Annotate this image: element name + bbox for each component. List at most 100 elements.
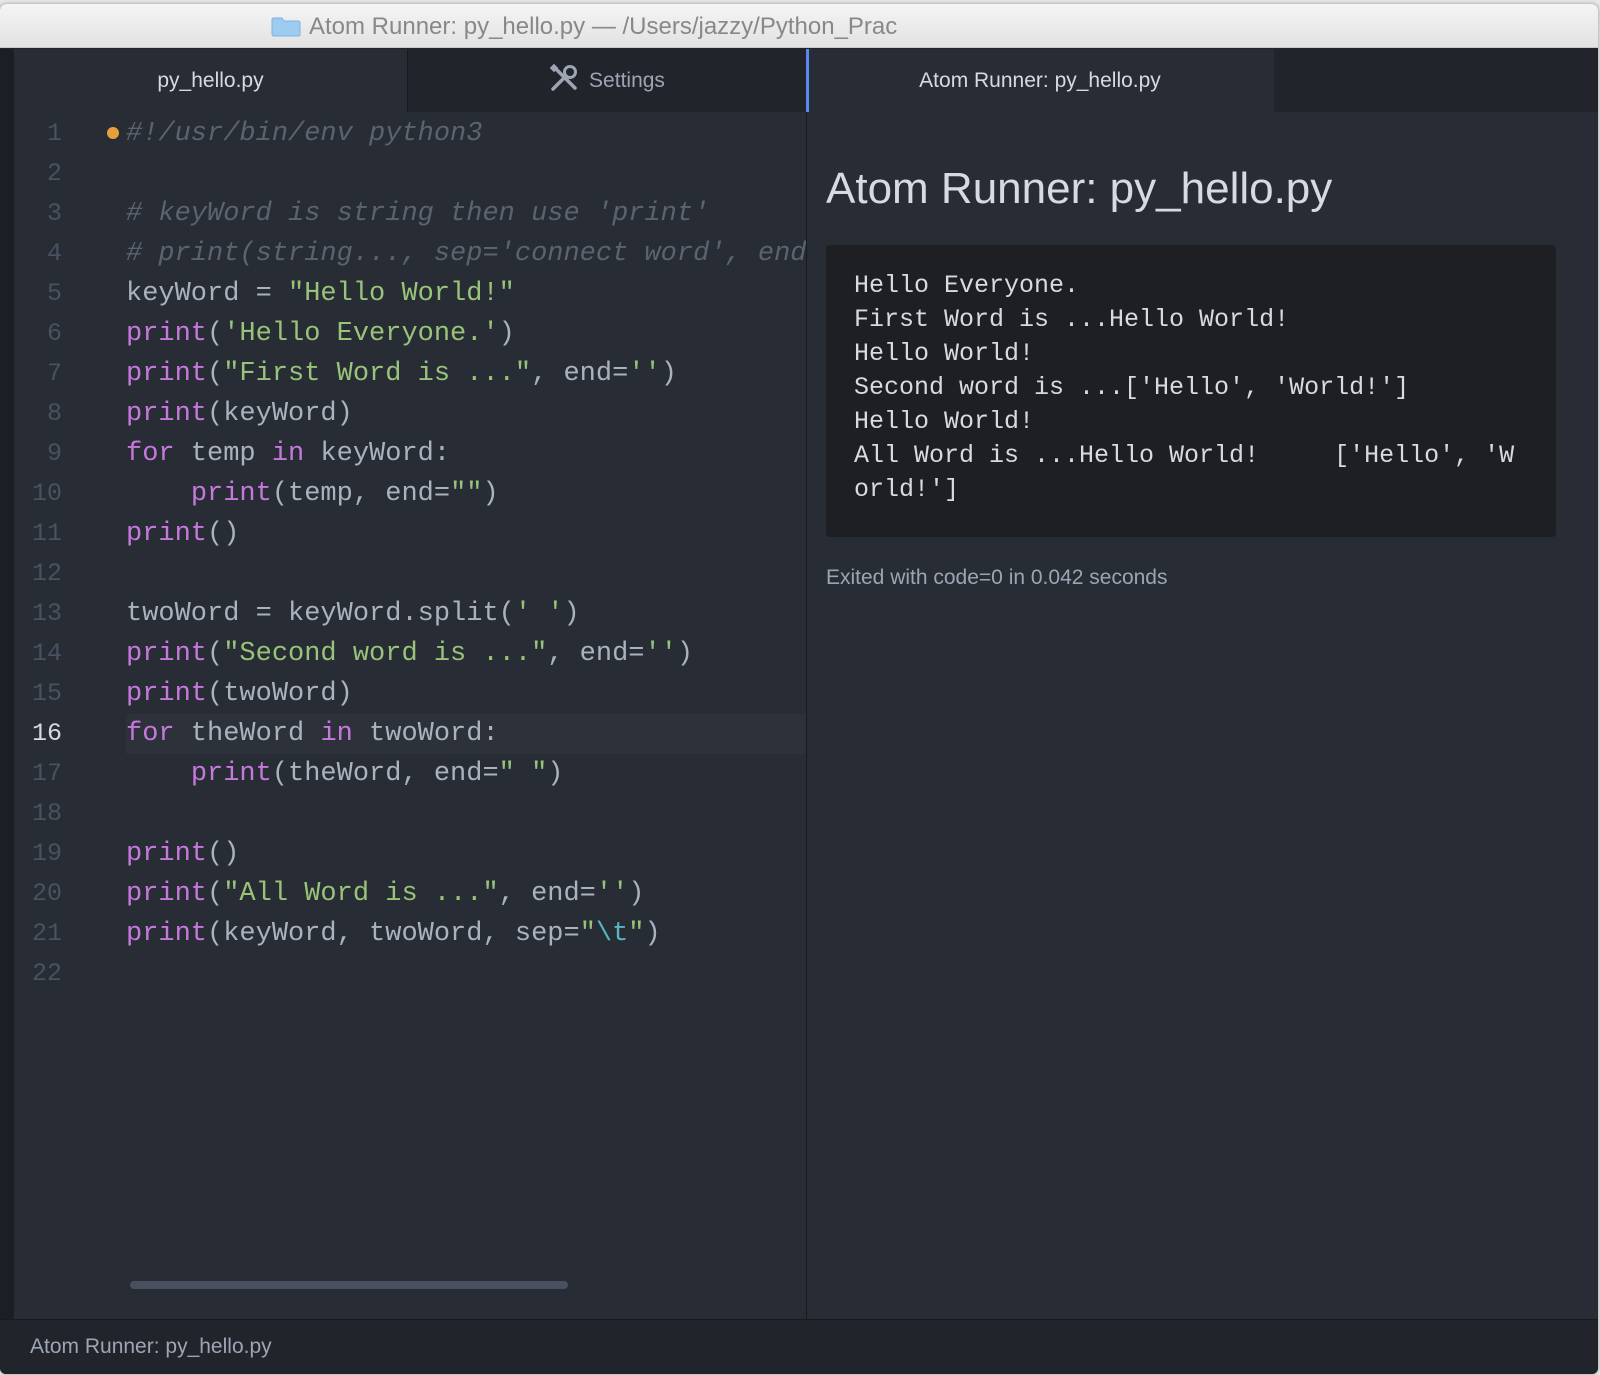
code-token-keyword: print: [126, 639, 208, 669]
line-number: 14: [31, 639, 62, 668]
code-line[interactable]: print("First Word is ...", end=''): [126, 354, 806, 394]
code-line[interactable]: for temp in keyWord:: [126, 434, 806, 474]
code-token-keyword: print: [126, 359, 208, 389]
code-editor[interactable]: 1 2 3 4 5 6 7 8 9 10 11 12 13 14 15 16 17 18 19 20 21 22 #!/u…: [14, 112, 806, 1319]
code-line[interactable]: # keyWord is string then use 'print': [126, 194, 806, 234]
code-token-plain: twoWord = keyWord.split(: [126, 599, 515, 629]
line-number: 10: [31, 479, 62, 508]
code-line[interactable]: print('Hello Everyone.'): [126, 314, 806, 354]
code-token-keyword: print: [126, 919, 208, 949]
code-token-comment: # keyWord is string then use 'print': [126, 199, 710, 229]
code-token-plain: (temp, end=: [271, 479, 451, 509]
tab-py-hello[interactable]: py_hello.py: [14, 49, 407, 112]
code-token-string: ": [628, 919, 645, 949]
code-token-keyword: print: [126, 839, 208, 869]
code-line[interactable]: print(): [126, 514, 806, 554]
code-token-plain: ): [628, 879, 645, 909]
output-line: Hello Everyone.: [854, 271, 1080, 300]
output-line: orld!']: [854, 475, 960, 504]
line-number: 12: [31, 559, 62, 588]
folder-icon: [271, 17, 301, 37]
code-token-plain: (: [207, 319, 224, 349]
code-token-string: "": [450, 479, 483, 509]
tools-icon: [549, 63, 579, 99]
code-token-keyword: in: [271, 439, 305, 469]
line-number: 18: [31, 799, 62, 828]
code-token-plain: , end=: [498, 879, 596, 909]
line-number: 17: [31, 759, 62, 788]
code-token-plain: , end=: [547, 639, 645, 669]
code-token-string: '': [644, 639, 677, 669]
tab-label: Atom Runner: py_hello.py: [919, 68, 1161, 92]
left-edge-strip: [0, 49, 14, 1319]
code-token-comment: # print(string..., sep='connect word', e…: [126, 239, 806, 269]
left-tab-bar: py_hello.py Settings: [14, 49, 806, 112]
code-line[interactable]: print(keyWord): [126, 394, 806, 434]
runner-heading: Atom Runner: py_hello.py: [826, 164, 1333, 213]
atom-window: Atom Runner: py_hello.py — /Users/jazzy/…: [0, 4, 1598, 1374]
code-line[interactable]: [126, 154, 806, 194]
code-token-plain: (): [207, 519, 240, 549]
code-token-plain: (twoWord): [207, 679, 353, 709]
code-token-string: "Second word is ...": [223, 639, 548, 669]
line-number: 16: [31, 719, 62, 748]
status-file-label[interactable]: Atom Runner: py_hello.py: [30, 1335, 272, 1359]
code-token-plain: ): [676, 639, 694, 669]
runner-output[interactable]: Hello Everyone. First Word is ...Hello Wo…: [826, 245, 1556, 537]
code-token-string: "First Word is ...": [223, 359, 532, 389]
title-bar[interactable]: Atom Runner: py_hello.py — /Users/jazzy/…: [0, 4, 1598, 48]
code-line[interactable]: print(): [126, 834, 806, 874]
code-token-plain: ): [563, 599, 580, 629]
horizontal-scrollbar[interactable]: [130, 1281, 568, 1289]
line-number: 15: [31, 679, 62, 708]
code-line[interactable]: print(keyWord, twoWord, sep="\t"): [126, 914, 806, 954]
line-number: 2: [46, 159, 62, 188]
code-token-plain: keyWord:: [304, 439, 451, 469]
code-token-plain: (: [207, 879, 224, 909]
code-line[interactable]: [126, 554, 806, 594]
output-line: Hello World!: [854, 339, 1035, 368]
code-token-plain: keyWord =: [126, 279, 289, 309]
line-number: 11: [31, 519, 62, 548]
code-line[interactable]: # print(string..., sep='connect word', e…: [126, 234, 806, 274]
code-token-plain: ): [547, 759, 564, 789]
code-line[interactable]: keyWord = "Hello World!": [126, 274, 806, 314]
code-token-string: " ": [498, 759, 548, 789]
line-number: 4: [46, 239, 62, 268]
code-token-keyword: print: [126, 399, 208, 429]
line-number: 21: [31, 919, 62, 948]
tab-atom-runner[interactable]: Atom Runner: py_hello.py: [806, 49, 1274, 112]
code-token-plain: (: [207, 639, 224, 669]
code-line[interactable]: #!/usr/bin/env python3: [126, 114, 806, 154]
code-line[interactable]: [126, 794, 806, 834]
line-number: 20: [31, 879, 62, 908]
code-token-plain: (: [207, 359, 224, 389]
line-number: 3: [46, 199, 62, 228]
code-token-keyword: print: [126, 519, 208, 549]
modified-indicator: [107, 127, 119, 139]
code-token-plain: twoWord:: [352, 719, 499, 749]
line-number: 1: [46, 119, 62, 148]
tab-label: Settings: [589, 68, 665, 92]
code-line[interactable]: twoWord = keyWord.split(' '): [126, 594, 806, 634]
output-line: First Word is ...Hello World!: [854, 305, 1290, 334]
code-line[interactable]: print("Second word is ...", end=''): [126, 634, 806, 674]
tab-settings[interactable]: Settings: [407, 49, 806, 112]
code-line[interactable]: for theWord in twoWord:: [126, 714, 806, 754]
active-tab-indicator: [806, 49, 809, 112]
line-number: 22: [31, 959, 62, 988]
code-token-keyword: print: [126, 879, 208, 909]
code-line[interactable]: [126, 954, 806, 994]
code-line[interactable]: print(twoWord): [126, 674, 806, 714]
code-line[interactable]: print(temp, end=""): [126, 474, 806, 514]
code-line[interactable]: print(theWord, end=" "): [126, 754, 806, 794]
code-token-plain: ): [482, 479, 499, 509]
line-number: 6: [46, 319, 62, 348]
code-token-plain: (): [207, 839, 240, 869]
status-bar: Atom Runner: py_hello.py: [0, 1319, 1598, 1374]
code-token-string: ": [579, 919, 596, 949]
code-token-keyword: for: [126, 439, 175, 469]
code-line[interactable]: print("All Word is ...", end=''): [126, 874, 806, 914]
